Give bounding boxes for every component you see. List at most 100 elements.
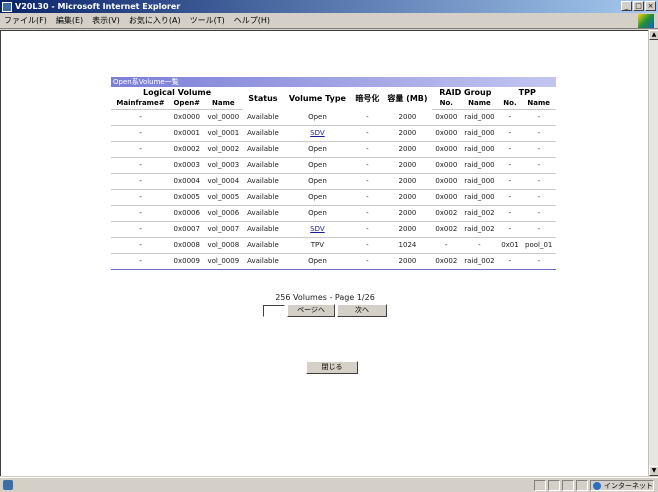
cell-mainframe: - (111, 125, 170, 142)
menu-tools[interactable]: ツール(T) (190, 15, 225, 26)
col-name: Name (203, 98, 244, 110)
cell-open: 0x0001 (169, 125, 204, 142)
cell-capacity: 2000 (382, 205, 433, 222)
browser-window: V20L30 - Microsoft Internet Explorer _ □… (0, 0, 658, 492)
cell-mainframe: - (111, 157, 170, 174)
cell-status: Available (243, 189, 283, 206)
cell-tpp-name: - (521, 205, 556, 222)
cell-tpp-no: - (498, 125, 522, 142)
page-summary: 256 Volumes - Page 1/26 (275, 293, 375, 302)
cell-tpp-no: - (498, 253, 522, 270)
cell-raid-name: raid_000 (460, 157, 499, 174)
close-wrap: 閉じる (306, 361, 358, 374)
col-open: Open# (169, 98, 204, 110)
cell-raid-name: raid_002 (460, 221, 499, 238)
status-bar: インターネット (0, 477, 658, 492)
cell-volume-type: TPV (282, 237, 353, 254)
cell-tpp-no: - (498, 109, 522, 126)
cell-open: 0x0000 (169, 109, 204, 126)
cell-raid-no: 0x000 (432, 109, 461, 126)
cell-capacity: 2000 (382, 189, 433, 206)
cell-name: vol_0006 (203, 205, 244, 222)
vertical-scrollbar[interactable]: ▲ ▼ (648, 30, 658, 476)
cell-volume-type: Open (282, 173, 353, 190)
cell-tpp-name: - (521, 125, 556, 142)
cell-raid-no: 0x000 (432, 189, 461, 206)
volume-type-link[interactable]: SDV (310, 225, 325, 233)
col-capacity: 容量 (MB) (387, 93, 428, 103)
menu-help[interactable]: ヘルプ(H) (234, 15, 270, 26)
page-viewport: Open系Volume一覧 Logical Volume Status Volu… (0, 30, 648, 476)
cell-raid-no: 0x000 (432, 125, 461, 142)
page-number-input[interactable] (263, 304, 285, 317)
cell-volume-type: SDV (282, 221, 353, 238)
status-pane (534, 480, 546, 491)
cell-volume-type: Open (282, 189, 353, 206)
cell-capacity: 2000 (382, 125, 433, 142)
scroll-up-icon[interactable]: ▲ (649, 30, 658, 40)
cell-encryption: - (352, 253, 383, 270)
cell-tpp-no: - (498, 173, 522, 190)
menu-bar: ファイル(F) 編集(E) 表示(V) お気に入り(A) ツール(T) ヘルプ(… (0, 13, 658, 29)
cell-tpp-no: - (498, 157, 522, 174)
close-button[interactable]: 閉じる (306, 361, 358, 374)
window-controls: _ □ × (621, 1, 656, 11)
menu-view[interactable]: 表示(V) (92, 15, 120, 26)
col-tpp-name: Name (521, 98, 556, 110)
cell-name: vol_0002 (203, 141, 244, 158)
scroll-down-icon[interactable]: ▼ (649, 466, 658, 476)
cell-capacity: 2000 (382, 141, 433, 158)
cell-status: Available (243, 109, 283, 126)
cell-tpp-no: 0x01 (498, 237, 522, 254)
cell-encryption: - (352, 221, 383, 238)
cell-status: Available (243, 205, 283, 222)
cell-open: 0x0006 (169, 205, 204, 222)
cell-name: vol_0001 (203, 125, 244, 142)
col-tpp: TPP (518, 88, 536, 97)
cell-tpp-name: pool_01 (521, 237, 556, 254)
cell-name: vol_0004 (203, 173, 244, 190)
next-page-button[interactable]: 次へ (337, 304, 387, 317)
cell-name: vol_0008 (203, 237, 244, 254)
cell-encryption: - (352, 173, 383, 190)
volume-type-link[interactable]: SDV (310, 129, 325, 137)
close-window-button[interactable]: × (645, 1, 656, 11)
minimize-button[interactable]: _ (621, 1, 632, 11)
cell-encryption: - (352, 109, 383, 126)
col-raid-name: Name (460, 98, 499, 110)
cell-raid-no: 0x002 (432, 253, 461, 270)
menu-file[interactable]: ファイル(F) (4, 15, 47, 26)
cell-open: 0x0005 (169, 189, 204, 206)
cell-mainframe: - (111, 141, 170, 158)
volume-list-panel: Open系Volume一覧 Logical Volume Status Volu… (111, 77, 556, 270)
table-row: -0x0004 vol_0004 Available Open -2000 0x000 ra… (111, 173, 556, 190)
goto-page-button[interactable]: ページへ (287, 304, 335, 317)
cell-status: Available (243, 141, 283, 158)
cell-capacity: 2000 (382, 173, 433, 190)
cell-raid-name: raid_000 (460, 173, 499, 190)
maximize-button[interactable]: □ (633, 1, 644, 11)
table-row: -0x0001 vol_0001 Available SDV -2000 0x000 rai… (111, 125, 556, 142)
globe-icon (593, 481, 601, 490)
page-status-icon (3, 480, 13, 490)
menu-favorites[interactable]: お気に入り(A) (129, 15, 181, 26)
table-row: -0x0005 vol_0005 Available Open -2000 0x000 ra… (111, 189, 556, 206)
cell-capacity: 2000 (382, 157, 433, 174)
cell-raid-no: - (432, 237, 461, 254)
cell-tpp-name: - (521, 141, 556, 158)
cell-volume-type: Open (282, 205, 353, 222)
panel-header: Open系Volume一覧 (111, 77, 556, 87)
cell-open: 0x0009 (169, 253, 204, 270)
table-row: -0x0006 vol_0006 Available Open -2000 0x002 ra… (111, 205, 556, 222)
title-bar: V20L30 - Microsoft Internet Explorer _ □… (0, 0, 658, 13)
cell-capacity: 2000 (382, 109, 433, 126)
menu-edit[interactable]: 編集(E) (56, 15, 83, 26)
cell-status: Available (243, 253, 283, 270)
volume-table: Logical Volume Status Volume Type 暗号化 容量… (111, 87, 556, 270)
cell-name: vol_0009 (203, 253, 244, 270)
cell-raid-no: 0x000 (432, 141, 461, 158)
cell-status: Available (243, 221, 283, 238)
cell-raid-no: 0x002 (432, 221, 461, 238)
col-logical-volume: Logical Volume (142, 88, 212, 97)
cell-tpp-no: - (498, 221, 522, 238)
